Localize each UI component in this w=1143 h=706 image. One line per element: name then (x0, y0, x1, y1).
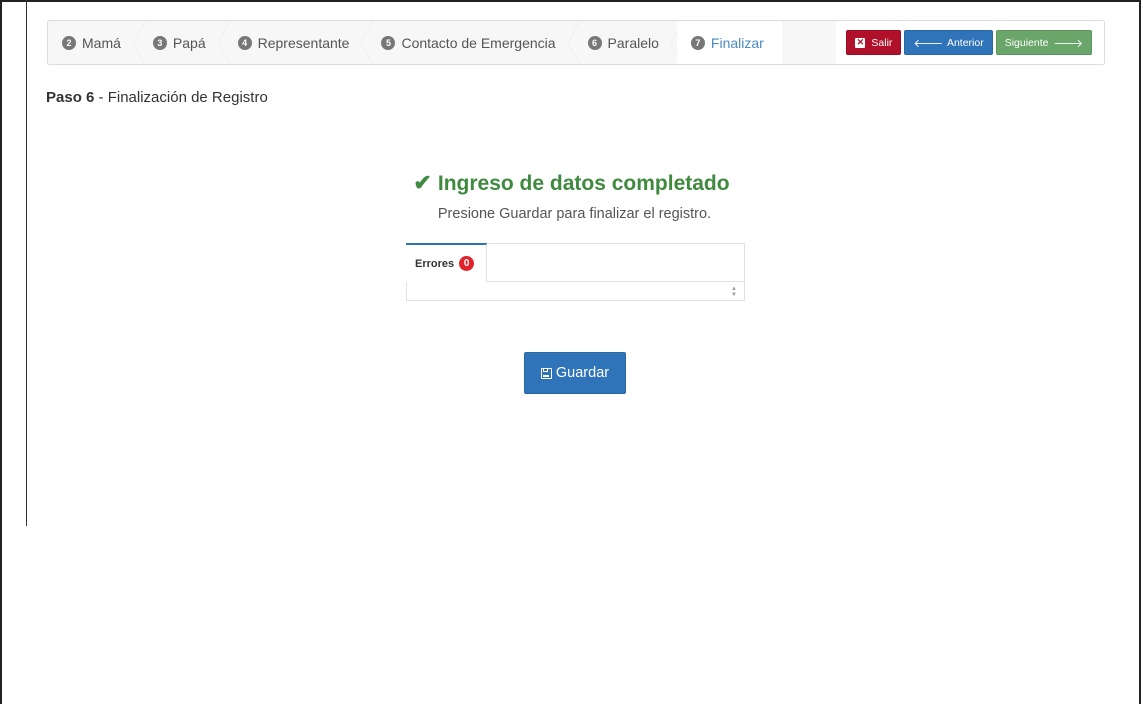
close-box-icon: ✕ (855, 37, 866, 48)
wizard-action-buttons: ✕ Salir 🡐 Anterior Siguiente 🡒 (836, 21, 1104, 64)
wizard-steps: 2 Mamá 3 Papá 4 Representante 5 Contacto… (48, 21, 836, 64)
wizard-step-mama[interactable]: 2 Mamá (48, 21, 145, 64)
completion-instructions: Presione Guardar para finalizar el regis… (437, 206, 712, 222)
error-count-badge: 0 (459, 256, 475, 271)
exit-button-label: Salir (871, 36, 893, 49)
step-number-badge: 2 (62, 35, 76, 50)
wizard-step-representante[interactable]: 4 Representante (224, 21, 374, 64)
arrow-right-icon: 🡒 (1053, 37, 1084, 50)
errors-tab-label: Errores (415, 257, 455, 270)
step-number-badge: 6 (587, 35, 602, 50)
step-number-badge: 3 (152, 35, 167, 50)
page-title: Paso 6 - Finalización de Registro (46, 89, 268, 106)
step-description-text: - Finalización de Registro (94, 89, 268, 106)
wizard-step-label: Mamá (82, 34, 121, 51)
save-button-label: Guardar (555, 365, 610, 381)
wizard-step-paralelo[interactable]: 6 Paralelo (574, 21, 684, 64)
step-number-badge: 5 (381, 35, 396, 50)
wizard-step-label: Contacto de Emergencia (401, 34, 556, 51)
check-icon: ✔ (413, 170, 432, 195)
wizard-step-label: Paralelo (607, 34, 659, 51)
errors-panel: Errores 0 ▲ ▼ (406, 243, 745, 301)
completion-message: ✔ Ingreso de datos completado (0, 170, 1143, 196)
step-number-badge: 7 (690, 35, 705, 50)
registration-wizard-nav: 2 Mamá 3 Papá 4 Representante 5 Contacto… (47, 20, 1105, 65)
panel-divider (26, 0, 27, 526)
completion-title: Ingreso de datos completado (437, 172, 730, 195)
step-number-badge: 4 (237, 35, 252, 50)
arrow-left-icon: 🡐 (913, 37, 943, 50)
previous-button-label: Anterior (946, 36, 984, 49)
wizard-step-label: Papá (172, 34, 206, 51)
next-button-label: Siguiente (1004, 36, 1049, 49)
exit-button[interactable]: ✕ Salir (846, 30, 902, 55)
previous-button[interactable]: 🡐 Anterior (904, 30, 993, 55)
wizard-step-papa[interactable]: 3 Papá (139, 21, 230, 64)
wizard-step-finalizar[interactable]: 7 Finalizar (676, 21, 782, 64)
floppy-disk-icon (540, 367, 552, 379)
scroll-spinner[interactable]: ▲ ▼ (730, 286, 738, 298)
wizard-step-label: Representante (257, 34, 350, 51)
errors-tab-bar: Errores 0 (406, 243, 744, 282)
next-button[interactable]: Siguiente 🡒 (995, 30, 1092, 55)
step-number-text: Paso 6 (46, 89, 95, 106)
tab-errores[interactable]: Errores 0 (406, 243, 487, 282)
wizard-step-contacto-emergencia[interactable]: 5 Contacto de Emergencia (367, 21, 580, 64)
save-button[interactable]: Guardar (524, 352, 626, 394)
wizard-step-label: Finalizar (710, 34, 764, 51)
